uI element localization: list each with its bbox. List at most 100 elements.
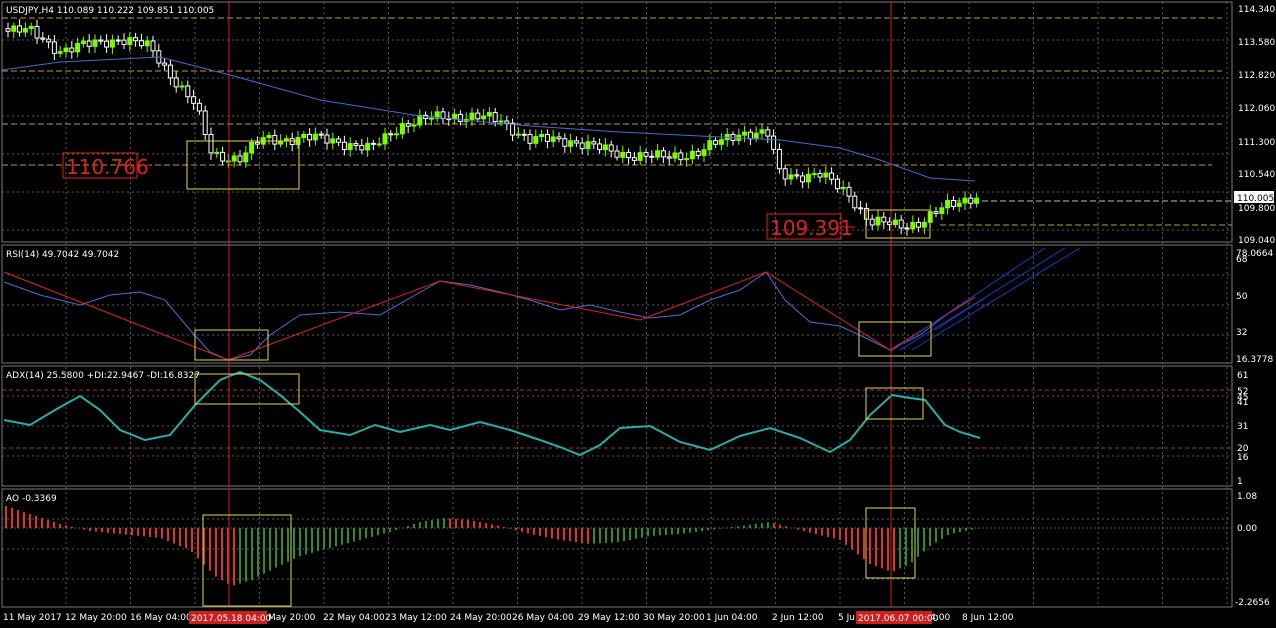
candle-body <box>858 207 864 210</box>
chart-window[interactable]: 110.766 109.391 USDJPY,H4 110.089 110.22… <box>0 0 1276 628</box>
candle-body <box>695 150 701 156</box>
candle-body <box>956 202 962 207</box>
svg-text:113.580: 113.580 <box>1238 38 1275 48</box>
candle-body <box>98 39 104 42</box>
ao-histogram <box>5 506 979 586</box>
candle-body <box>608 144 614 152</box>
candle-body <box>492 112 498 122</box>
candle-body <box>684 158 690 161</box>
candle-body <box>539 134 545 138</box>
candle-body <box>521 133 527 136</box>
svg-text:30 May 20:00: 30 May 20:00 <box>643 613 705 623</box>
svg-text:114.340: 114.340 <box>1238 5 1275 15</box>
candle-body <box>138 40 144 47</box>
svg-text:May 20:00: May 20:00 <box>268 613 316 623</box>
candle-body <box>510 122 516 136</box>
candle-body <box>527 134 533 144</box>
candle-body <box>428 117 434 120</box>
candle-body <box>307 133 313 141</box>
svg-text:29 May 12:00: 29 May 12:00 <box>578 613 640 623</box>
candle-body <box>22 28 28 33</box>
candle-body <box>214 151 220 154</box>
candle-body <box>225 160 231 163</box>
candle-body <box>80 40 86 44</box>
candle-body <box>637 152 643 161</box>
candle-body <box>666 156 672 159</box>
candle-body <box>17 25 23 33</box>
candle-body <box>881 216 887 223</box>
candle-body <box>336 138 342 143</box>
svg-text:41: 41 <box>1237 398 1248 408</box>
candle-body <box>742 131 748 136</box>
svg-text:16 May 04:00: 16 May 04:00 <box>130 613 192 623</box>
candle-body <box>498 120 504 123</box>
candle-body <box>568 140 574 147</box>
candle-body <box>417 114 423 126</box>
candle-body <box>11 25 17 32</box>
candle-body <box>591 141 597 145</box>
candle-body <box>196 102 202 112</box>
rsi-pane[interactable] <box>1 244 1233 364</box>
candle-body <box>341 141 347 151</box>
candle-body <box>544 134 550 142</box>
svg-text:112.060: 112.060 <box>1238 104 1275 114</box>
price-axis[interactable]: 114.340 113.580 112.820 112.060 111.300 … <box>1238 5 1275 246</box>
current-price-label: 110.005 <box>1237 194 1274 204</box>
candle-body <box>162 62 168 66</box>
candle-body <box>504 120 510 124</box>
svg-text:23 May 12:00: 23 May 12:00 <box>385 613 447 623</box>
annotation-low-label: 109.391 <box>770 216 853 240</box>
candle-body <box>788 174 794 180</box>
candle-body <box>950 200 956 207</box>
candle-body <box>933 211 939 214</box>
candle-body <box>457 113 463 122</box>
svg-text:1: 1 <box>1237 477 1243 487</box>
candle-body <box>602 144 608 151</box>
rsi-header: RSI(14) 49.7042 49.7042 <box>6 250 119 260</box>
svg-text:16.3778: 16.3778 <box>1236 355 1273 365</box>
adx-header: ADX(14) 25.5800 +DI:22.9467 -DI:16.8327 <box>6 371 200 381</box>
candle-body <box>330 138 336 144</box>
candle-body <box>220 151 226 162</box>
horizontal-levels <box>2 17 1232 226</box>
candle-body <box>875 216 881 226</box>
candle-body <box>469 112 475 120</box>
candle-body <box>411 124 417 127</box>
adx-line <box>3 370 981 457</box>
svg-text:1.08: 1.08 <box>1237 492 1257 502</box>
candle-body <box>800 175 806 183</box>
candle-body <box>144 40 150 47</box>
svg-text:50: 50 <box>1236 292 1248 302</box>
candle-body <box>475 112 481 120</box>
candle-body <box>701 149 707 156</box>
candle-body <box>626 151 632 159</box>
candle-body <box>324 134 330 144</box>
candle-body <box>382 133 388 145</box>
main-pane[interactable] <box>1 1 1233 243</box>
candle-body <box>266 135 272 139</box>
candle-body <box>185 85 191 98</box>
candle-body <box>533 136 539 144</box>
svg-text:68: 68 <box>1236 255 1248 265</box>
candlesticks <box>5 19 980 236</box>
candle-body <box>939 207 945 214</box>
candle-body <box>249 141 255 154</box>
candle-body <box>63 47 69 53</box>
candle-body <box>585 141 591 150</box>
svg-text:5 Ju: 5 Ju <box>838 613 855 623</box>
candle-body <box>452 113 458 120</box>
candle-body <box>208 133 214 154</box>
candle-body <box>121 39 127 46</box>
candle-body <box>962 197 968 204</box>
candle-body <box>921 221 927 228</box>
candle-body <box>51 41 57 54</box>
svg-text:109.800: 109.800 <box>1238 204 1275 214</box>
candle-body <box>765 129 771 137</box>
candle-body <box>353 143 359 146</box>
candle-body <box>904 227 910 230</box>
candle-body <box>515 133 521 136</box>
candle-body <box>191 96 197 104</box>
candle-body <box>869 218 875 226</box>
candle-body <box>394 133 400 136</box>
candle-body <box>846 186 852 197</box>
